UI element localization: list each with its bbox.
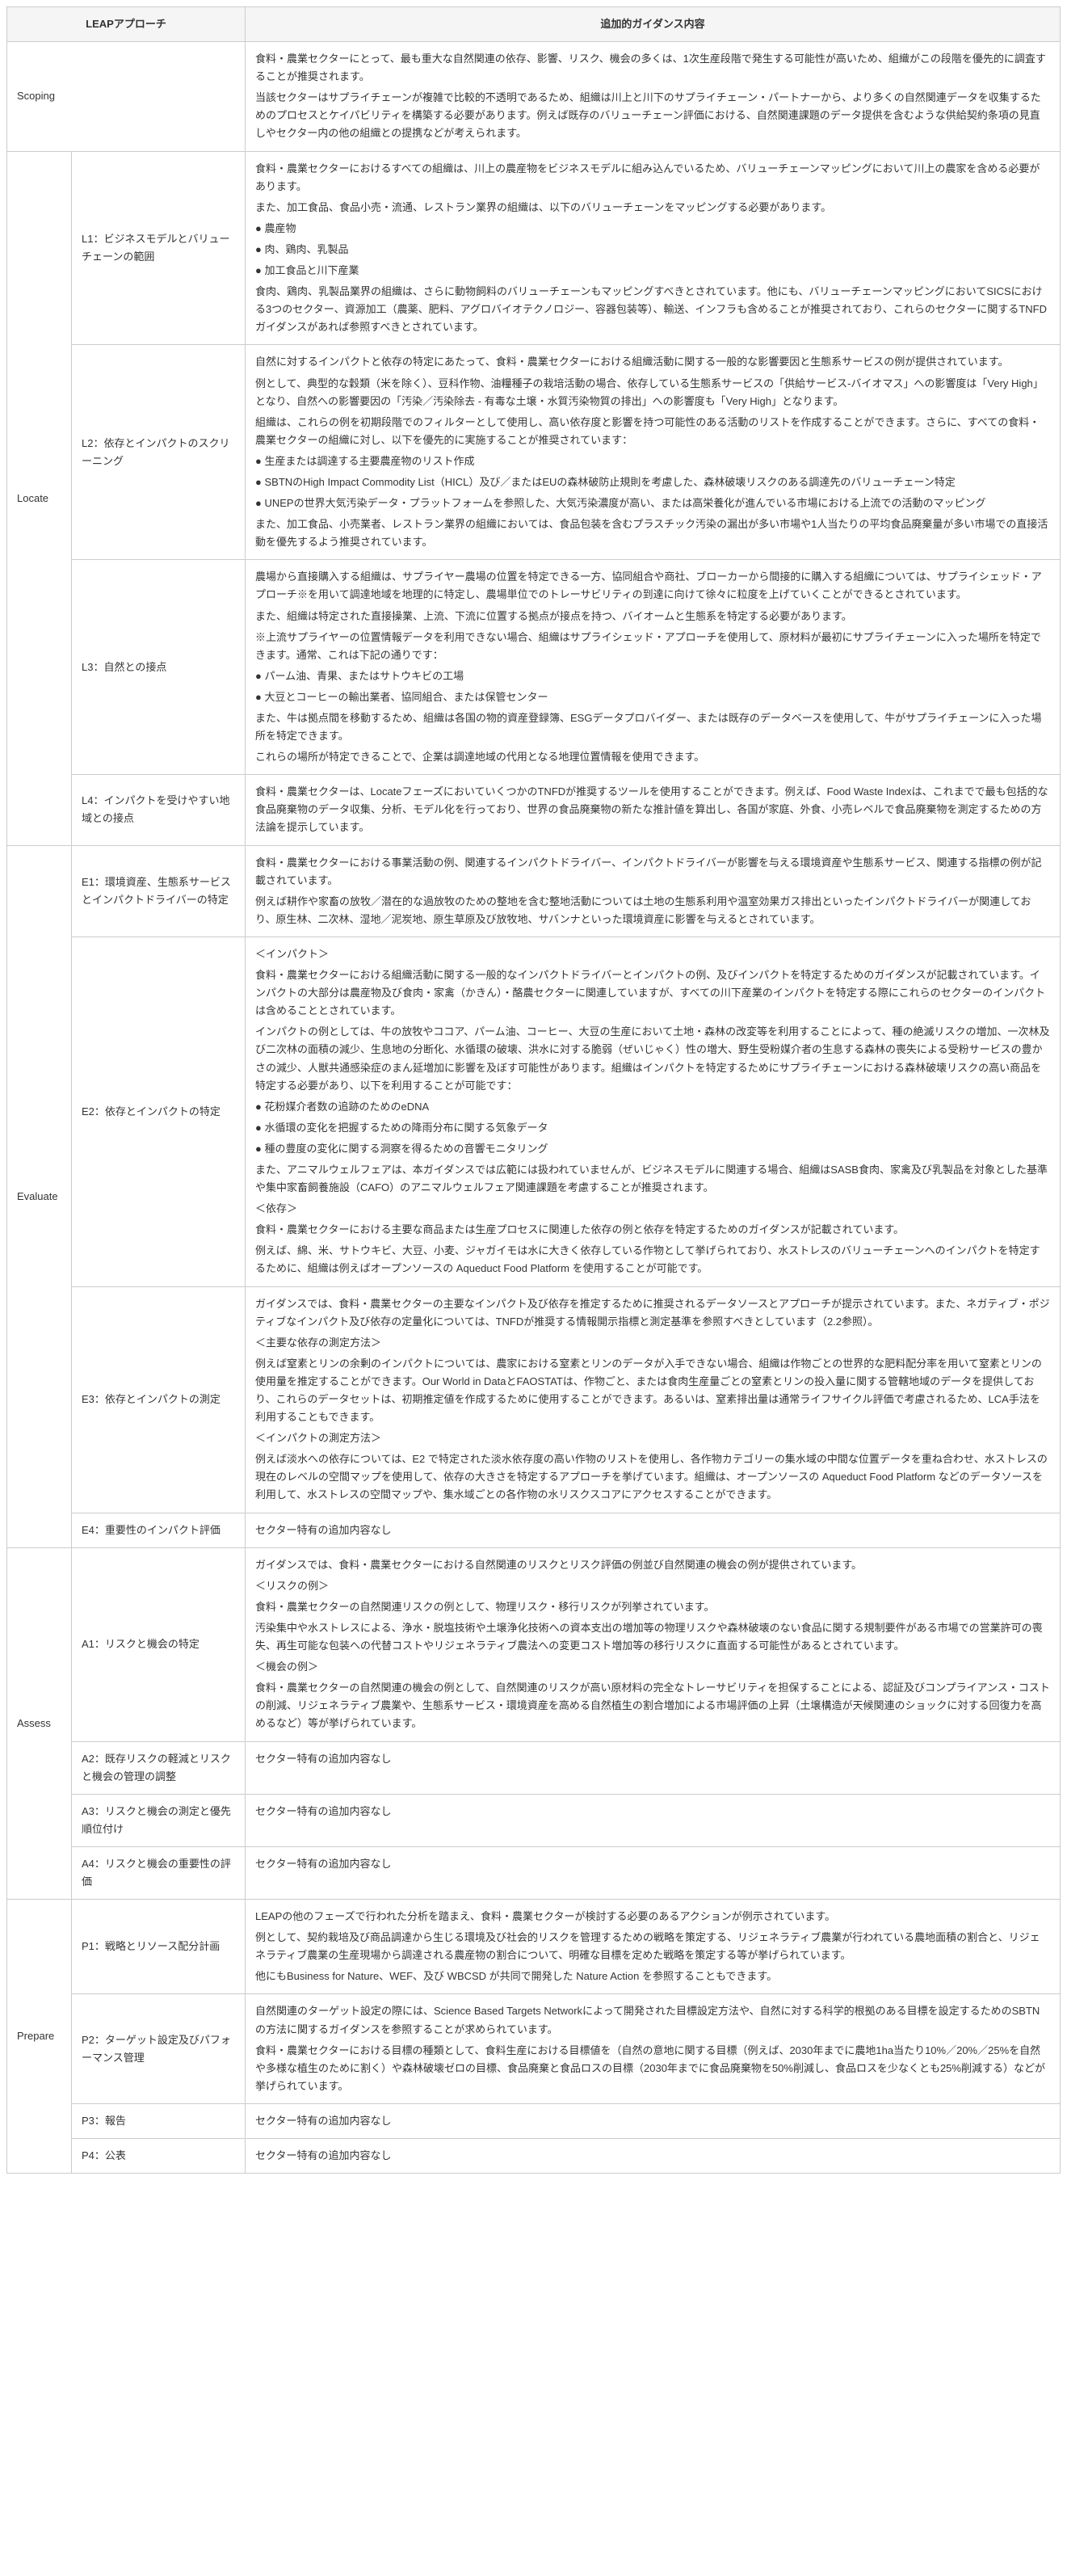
header-content: 追加的ガイダンス内容 — [246, 7, 1061, 42]
text: 例えば淡水への依存については、E2 で特定された淡水依存度の高い作物のリストを使… — [255, 1450, 1050, 1504]
text: 食肉、鶏肉、乳製品業界の組織は、さらに動物飼料のバリューチェーンもマッピングすべ… — [255, 283, 1050, 336]
text: ガイダンスでは、食料・農業セクターにおける自然関連のリスクとリスク評価の例並び自… — [255, 1556, 1050, 1574]
text: 食料・農業セクターにおける主要な商品または生産プロセスに関連した依存の例と依存を… — [255, 1221, 1050, 1239]
content-a4: セクター特有の追加内容なし — [246, 1846, 1061, 1899]
text: ※上流サプライヤーの位置情報データを利用できない場合、組織はサプライシェッド・ア… — [255, 629, 1050, 664]
text: ● 生産または調達する主要農産物のリスト作成 — [255, 452, 1050, 470]
leap-guidance-table: LEAPアプローチ 追加的ガイダンス内容 Scoping 食料・農業セクターにと… — [6, 6, 1061, 2174]
content-p1: LEAPの他のフェーズで行われた分析を踏まえ、食料・農業セクターが検討する必要の… — [246, 1900, 1061, 1994]
phase-prepare: Prepare — [7, 1900, 72, 2174]
content-p4: セクター特有の追加内容なし — [246, 2139, 1061, 2174]
text: セクター特有の追加内容なし — [255, 2147, 1050, 2165]
text: また、組織は特定された直接操業、上流、下流に位置する拠点が接点を持つ、バイオーム… — [255, 608, 1050, 625]
text: 例えば窒素とリンの余剰のインパクトについては、農家における窒素とリンのデータが入… — [255, 1355, 1050, 1426]
sub-l4: L4：インパクトを受けやすい地域との接点 — [72, 775, 246, 845]
text: 例として、契約栽培及び商品調達から生じる環境及び社会的リスクを管理するための戦略… — [255, 1929, 1050, 1964]
content-e4: セクター特有の追加内容なし — [246, 1513, 1061, 1547]
text: 食料・農業セクターにおける事業活動の例、関連するインパクトドライバー、インパクト… — [255, 854, 1050, 890]
text: 汚染集中や水ストレスによる、浄水・脱塩技術や土壌浄化技術への資本支出の増加等の物… — [255, 1619, 1050, 1655]
sub-a2: A2：既存リスクの軽減とリスクと機会の管理の調整 — [72, 1741, 246, 1794]
text: セクター特有の追加内容なし — [255, 1522, 1050, 1539]
sub-l1: L1：ビジネスモデルとバリューチェーンの範囲 — [72, 151, 246, 345]
text: ● 種の豊度の変化に関する洞察を得るための音響モニタリング — [255, 1140, 1050, 1158]
text: セクター特有の追加内容なし — [255, 1803, 1050, 1820]
text: 例として、典型的な穀類（米を除く）、豆科作物、油糧種子の栽培活動の場合、依存して… — [255, 375, 1050, 410]
text: 他にもBusiness for Nature、WEF、及び WBCSD が共同で… — [255, 1968, 1050, 1985]
text: ● 水循環の変化を把握するための降雨分布に関する気象データ — [255, 1119, 1050, 1137]
text: 例えば、綿、米、サトウキビ、大豆、小麦、ジャガイモは水に大きく依存している作物と… — [255, 1242, 1050, 1277]
sub-l3: L3：自然との接点 — [72, 560, 246, 775]
phase-locate: Locate — [7, 151, 72, 845]
text: セクター特有の追加内容なし — [255, 1855, 1050, 1873]
sub-p4: P4：公表 — [72, 2139, 246, 2174]
phase-evaluate: Evaluate — [7, 845, 72, 1547]
text: 食料・農業セクターにおけるすべての組織は、川上の農産物をビジネスモデルに組み込ん… — [255, 160, 1050, 196]
content-l2: 自然に対するインパクトと依存の特定にあたって、食料・農業セクターにおける組織活動… — [246, 345, 1061, 560]
content-l1: 食料・農業セクターにおけるすべての組織は、川上の農産物をビジネスモデルに組み込ん… — [246, 151, 1061, 345]
text: 食料・農業セクターにとって、最も重大な自然関連の依存、影響、リスク、機会の多くは… — [255, 50, 1050, 86]
text: ● パーム油、青果、またはサトウキビの工場 — [255, 667, 1050, 685]
text: ● 肉、鶏肉、乳製品 — [255, 241, 1050, 259]
text: ● 農産物 — [255, 220, 1050, 238]
sub-p3: P3：報告 — [72, 2103, 246, 2138]
header-approach: LEAPアプローチ — [7, 7, 246, 42]
content-scoping: 食料・農業セクターにとって、最も重大な自然関連の依存、影響、リスク、機会の多くは… — [246, 42, 1061, 151]
text: ● 加工食品と川下産業 — [255, 262, 1050, 280]
text: ＜インパクト＞ — [255, 945, 1050, 963]
sub-e2: E2：依存とインパクトの特定 — [72, 937, 246, 1286]
text: ● UNEPの世界大気汚染データ・プラットフォームを参照した、大気汚染濃度が高い… — [255, 495, 1050, 512]
text: ガイダンスでは、食料・農業セクターの主要なインパクト及び依存を推定するために推奨… — [255, 1295, 1050, 1331]
content-a3: セクター特有の追加内容なし — [246, 1794, 1061, 1846]
text: 例えば耕作や家畜の放牧／潜在的な過放牧のための整地を含む整地活動については土地の… — [255, 893, 1050, 928]
sub-e4: E4：重要性のインパクト評価 — [72, 1513, 246, 1547]
sub-a4: A4：リスクと機会の重要性の評価 — [72, 1846, 246, 1899]
text: ● 大豆とコーヒーの輸出業者、協同組合、または保管センター — [255, 688, 1050, 706]
text: また、牛は拠点間を移動するため、組織は各国の物的資産登録簿、ESGデータプロバイ… — [255, 709, 1050, 745]
text: また、加工食品、食品小売・流通、レストラン業界の組織は、以下のバリューチェーンを… — [255, 199, 1050, 217]
content-a1: ガイダンスでは、食料・農業セクターにおける自然関連のリスクとリスク評価の例並び自… — [246, 1547, 1061, 1741]
sub-p2: P2：ターゲット設定及びパフォーマンス管理 — [72, 1994, 246, 2103]
text: 当該セクターはサプライチェーンが複雑で比較的不透明であるため、組織は川上と川下の… — [255, 89, 1050, 142]
text: 自然関連のターゲット設定の際には、Science Based Targets N… — [255, 2002, 1050, 2038]
text: セクター特有の追加内容なし — [255, 2112, 1050, 2130]
content-p2: 自然関連のターゲット設定の際には、Science Based Targets N… — [246, 1994, 1061, 2103]
text: 自然に対するインパクトと依存の特定にあたって、食料・農業セクターにおける組織活動… — [255, 353, 1050, 371]
text: ＜インパクトの測定方法＞ — [255, 1429, 1050, 1447]
text: 農場から直接購入する組織は、サプライヤー農場の位置を特定できる一方、協同組合や商… — [255, 568, 1050, 604]
text: ＜主要な依存の測定方法＞ — [255, 1334, 1050, 1352]
text: 食料・農業セクターは、LocateフェーズにおいていくつかのTNFDが推奨するツ… — [255, 783, 1050, 836]
sub-a1: A1：リスクと機会の特定 — [72, 1547, 246, 1741]
text: インパクトの例としては、牛の放牧やココア、パーム油、コーヒー、大豆の生産において… — [255, 1023, 1050, 1094]
sub-l2: L2：依存とインパクトのスクリーニング — [72, 345, 246, 560]
content-e3: ガイダンスでは、食料・農業セクターの主要なインパクト及び依存を推定するために推奨… — [246, 1286, 1061, 1513]
phase-scoping: Scoping — [7, 42, 246, 151]
content-l3: 農場から直接購入する組織は、サプライヤー農場の位置を特定できる一方、協同組合や商… — [246, 560, 1061, 775]
text: ● SBTNのHigh Impact Commodity List（HICL）及… — [255, 474, 1050, 491]
content-a2: セクター特有の追加内容なし — [246, 1741, 1061, 1794]
content-p3: セクター特有の追加内容なし — [246, 2103, 1061, 2138]
text: 食料・農業セクターの自然関連リスクの例として、物理リスク・移行リスクが列挙されて… — [255, 1598, 1050, 1616]
text: これらの場所が特定できることで、企業は調達地域の代用となる地理位置情報を使用でき… — [255, 748, 1050, 766]
text: ＜機会の例＞ — [255, 1658, 1050, 1676]
sub-e1: E1：環境資産、生態系サービスとインパクトドライバーの特定 — [72, 845, 246, 937]
text: 組織は、これらの例を初期段階でのフィルターとして使用し、高い依存度と影響を持つ可… — [255, 414, 1050, 449]
text: また、加工食品、小売業者、レストラン業界の組織においては、食品包装を含むプラスチ… — [255, 516, 1050, 551]
content-l4: 食料・農業セクターは、LocateフェーズにおいていくつかのTNFDが推奨するツ… — [246, 775, 1061, 845]
sub-p1: P1：戦略とリソース配分計画 — [72, 1900, 246, 1994]
sub-e3: E3：依存とインパクトの測定 — [72, 1286, 246, 1513]
phase-assess: Assess — [7, 1547, 72, 1899]
sub-a3: A3：リスクと機会の測定と優先順位付け — [72, 1794, 246, 1846]
text: LEAPの他のフェーズで行われた分析を踏まえ、食料・農業セクターが検討する必要の… — [255, 1908, 1050, 1926]
text: 食料・農業セクターにおける目標の種類として、食料生産における目標値を（自然の意地… — [255, 2042, 1050, 2095]
text: ● 花粉媒介者数の追跡のためのeDNA — [255, 1098, 1050, 1116]
text: ＜リスクの例＞ — [255, 1577, 1050, 1595]
content-e1: 食料・農業セクターにおける事業活動の例、関連するインパクトドライバー、インパクト… — [246, 845, 1061, 937]
text: 食料・農業セクターの自然関連の機会の例として、自然関連のリスクが高い原材料の完全… — [255, 1679, 1050, 1732]
content-e2: ＜インパクト＞ 食料・農業セクターにおける組織活動に関する一般的なインパクトドラ… — [246, 937, 1061, 1286]
text: ＜依存＞ — [255, 1200, 1050, 1218]
text: また、アニマルウェルフェアは、本ガイダンスでは広範には扱われていませんが、ビジネ… — [255, 1161, 1050, 1197]
text: セクター特有の追加内容なし — [255, 1750, 1050, 1768]
text: 食料・農業セクターにおける組織活動に関する一般的なインパクトドライバーとインパク… — [255, 966, 1050, 1020]
